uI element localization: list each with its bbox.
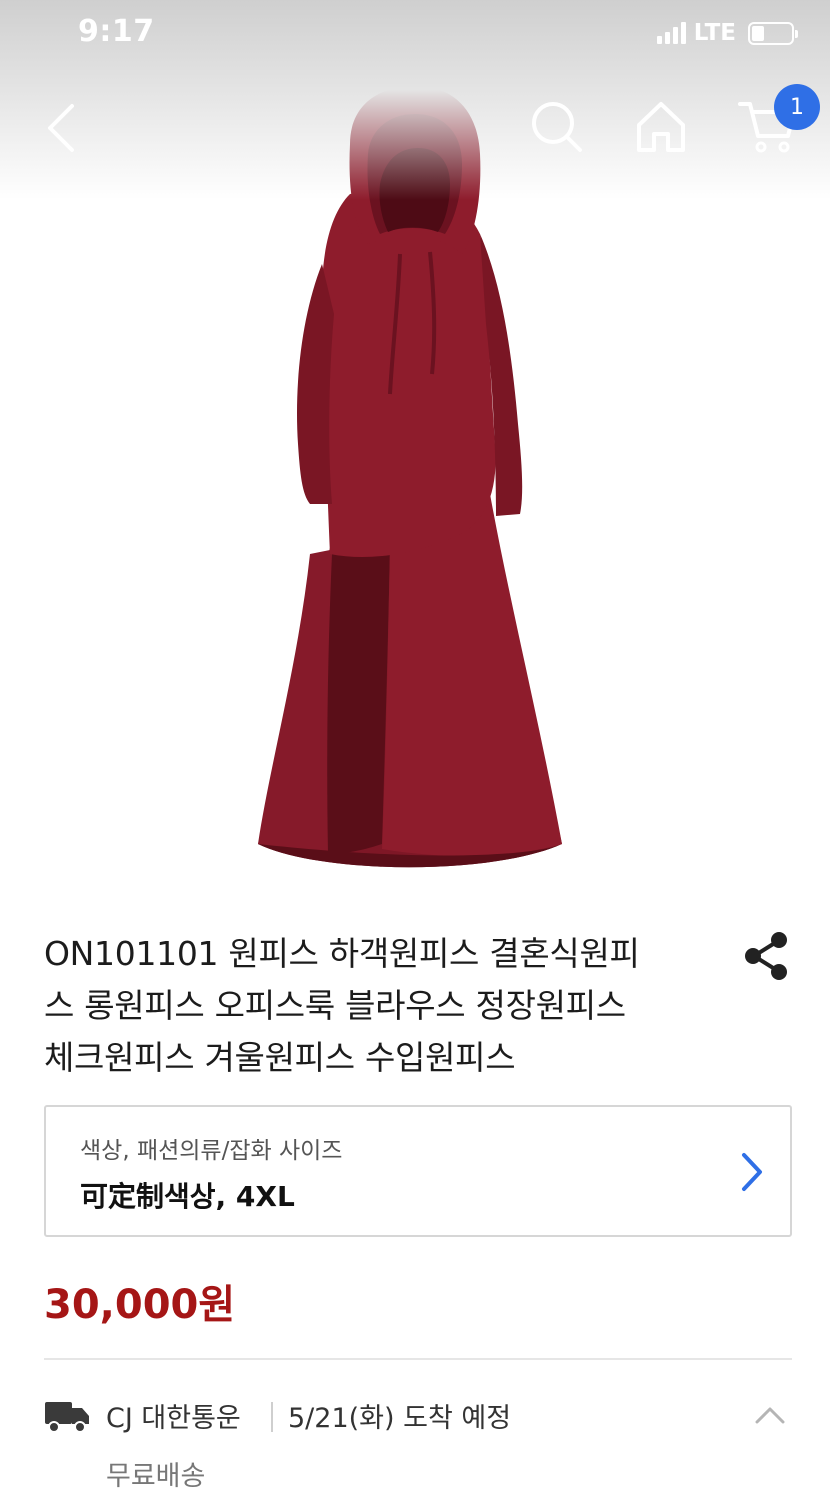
delivery-eta: 5/21(화) 도착 예정 [288, 1403, 512, 1434]
divider [271, 1402, 273, 1432]
product-title-line: 체크원피스 겨울원피스 수입원피스 [44, 1038, 516, 1077]
home-icon [637, 102, 685, 152]
signal-icon [656, 22, 686, 44]
search-icon [532, 102, 582, 152]
shipping-fee: 무료배송 [106, 1461, 206, 1492]
network-label: LTE [693, 20, 736, 46]
chevron-right-icon [742, 1153, 762, 1191]
cart-count-badge: 1 [774, 84, 820, 130]
home-button[interactable] [632, 98, 690, 156]
chevron-up-icon [755, 1407, 785, 1424]
product-title-line: 스 롱원피스 오피스룩 블라우스 정장원피스 [44, 986, 626, 1025]
option-label: 색상, 패션의류/잡화 사이즈 [80, 1138, 343, 1164]
chevron-left-icon [48, 104, 74, 152]
battery-icon [748, 21, 798, 45]
product-image[interactable] [0, 0, 830, 900]
product-price: 30,000원 [44, 1282, 236, 1328]
courier-name: CJ 대한통운 [106, 1403, 241, 1434]
product-title-line: ON101101 원피스 하객원피스 결혼식원피 [44, 934, 640, 973]
status-indicators: LTE [656, 18, 798, 48]
collapse-button[interactable] [752, 1400, 788, 1430]
divider [44, 1358, 792, 1360]
back-button[interactable] [38, 98, 86, 158]
share-icon [745, 932, 787, 980]
option-selector[interactable]: 색상, 패션의류/잡화 사이즈 可定制색상, 4XL [44, 1105, 792, 1237]
share-button[interactable] [742, 930, 790, 982]
dress-image [258, 86, 562, 868]
option-value: 可定制색상, 4XL [80, 1180, 295, 1213]
product-title: ON101101 원피스 하객원피스 결혼식원피 스 롱원피스 오피스룩 블라우… [44, 928, 704, 1084]
product-detail-screen: 9:17 LTE 1 ON101101 원피스 하객원피스 결혼식원피 스 롱원… [0, 0, 830, 1508]
status-time: 9:17 [78, 14, 155, 49]
truck-icon [45, 1402, 89, 1433]
search-button[interactable] [528, 98, 586, 156]
